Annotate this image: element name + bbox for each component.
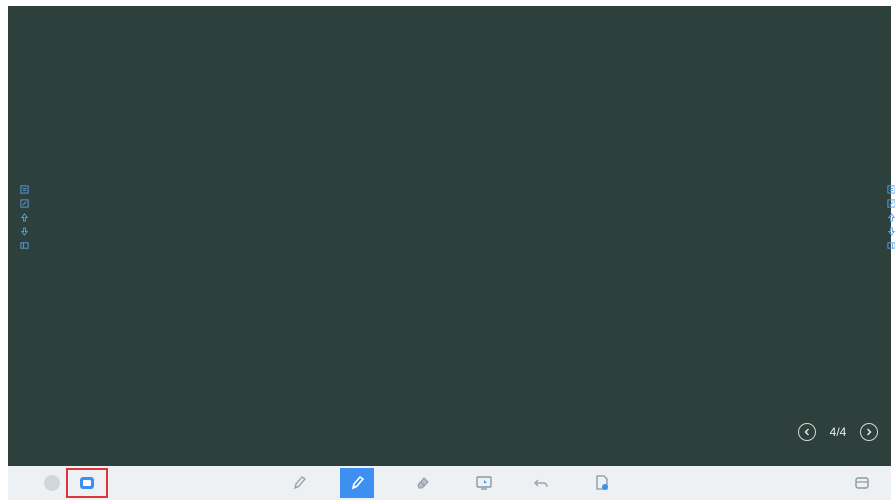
eraser-button[interactable] bbox=[407, 468, 439, 498]
menu-icon[interactable] bbox=[886, 184, 895, 194]
chevron-right-icon bbox=[867, 428, 872, 436]
undo-button[interactable] bbox=[525, 468, 557, 498]
file-settings-button[interactable] bbox=[586, 468, 618, 498]
pencil-button[interactable] bbox=[283, 468, 315, 498]
edit-icon[interactable] bbox=[19, 198, 29, 208]
page-navigator: 4/4 bbox=[798, 421, 878, 443]
window-icon bbox=[855, 477, 869, 489]
edit-icon[interactable] bbox=[886, 198, 895, 208]
download-icon[interactable] bbox=[19, 226, 29, 236]
page-indicator: 4/4 bbox=[829, 425, 847, 439]
eraser-icon bbox=[417, 477, 429, 489]
upload-icon[interactable] bbox=[19, 212, 29, 222]
whiteboard-canvas[interactable]: 4/4 bbox=[8, 6, 895, 466]
download-icon[interactable] bbox=[886, 226, 895, 236]
pen-icon bbox=[351, 475, 365, 490]
side-toolbar-right bbox=[885, 184, 895, 250]
upload-icon[interactable] bbox=[886, 212, 895, 222]
fold-icon[interactable] bbox=[19, 240, 29, 250]
toggle-icon[interactable] bbox=[44, 475, 60, 491]
file-settings-icon bbox=[596, 475, 608, 490]
minimize-button[interactable] bbox=[66, 468, 108, 498]
side-toolbar-left bbox=[18, 184, 30, 250]
window-button[interactable] bbox=[846, 468, 878, 498]
minimize-icon bbox=[80, 477, 94, 489]
undo-icon bbox=[534, 479, 548, 488]
screen-button[interactable] bbox=[468, 468, 500, 498]
next-page-button[interactable] bbox=[860, 423, 878, 441]
screen-icon bbox=[476, 476, 492, 490]
pen-button[interactable] bbox=[340, 468, 374, 498]
fold-icon[interactable] bbox=[886, 240, 895, 250]
chevron-left-icon bbox=[804, 428, 809, 436]
menu-icon[interactable] bbox=[19, 184, 29, 194]
pencil-icon bbox=[293, 476, 307, 490]
previous-page-button[interactable] bbox=[798, 423, 816, 441]
bottom-toolbar bbox=[8, 466, 891, 500]
